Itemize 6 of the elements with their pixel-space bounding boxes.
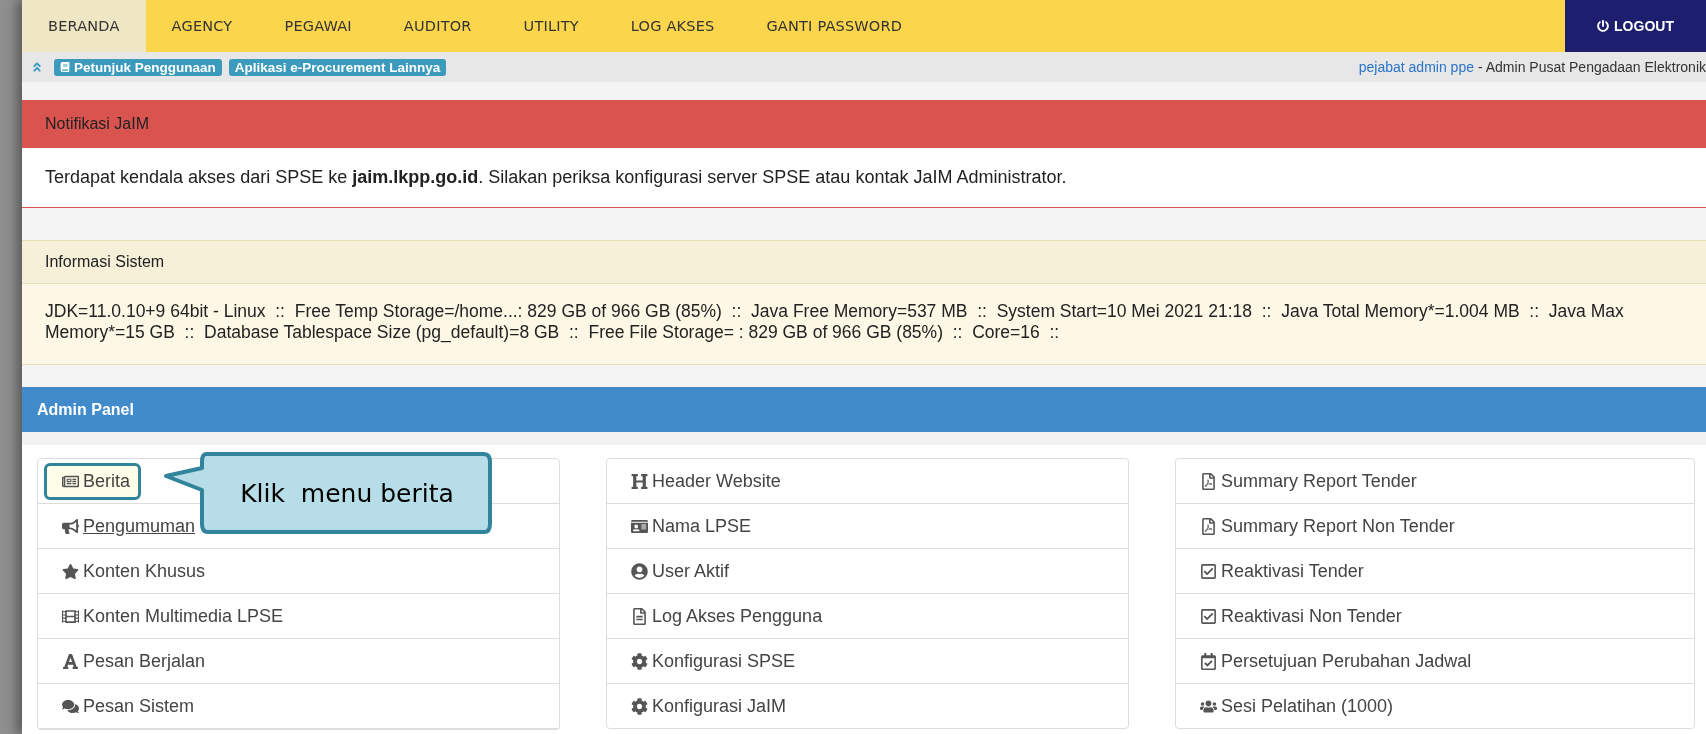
user-role: - Admin Pusat Pengadaan Elektronik <box>1477 59 1706 75</box>
system-info-text: JDK=11.0.10+9 64bit - Linux :: Free Temp Storage=/home...: 829 GB of 966 GB (85%) :: Java Free Memory=537 MB :: System Start=10 Mei 2021 21:18 :: Java Total Memory*=1.004 MB :: Java Max Memory*=15 GB :: Database Tablespace Size (pg_default)=8 GB :: Free File Storage= : 829 GB of 966 GB (85%) :: Core=16 :: <box>22 283 1706 365</box>
notification-message: Terdapat kendala akses dari SPSE ke jaim.lkpp.go.id. Silakan periksa konfigurasi server SPSE atau kontak JaIM Administrator. <box>22 148 1706 208</box>
info-header: Informasi Sistem <box>22 240 1706 283</box>
notification-header: Notifikasi JaIM <box>22 100 1706 148</box>
admin-panel-header: Admin Panel <box>22 387 1706 432</box>
